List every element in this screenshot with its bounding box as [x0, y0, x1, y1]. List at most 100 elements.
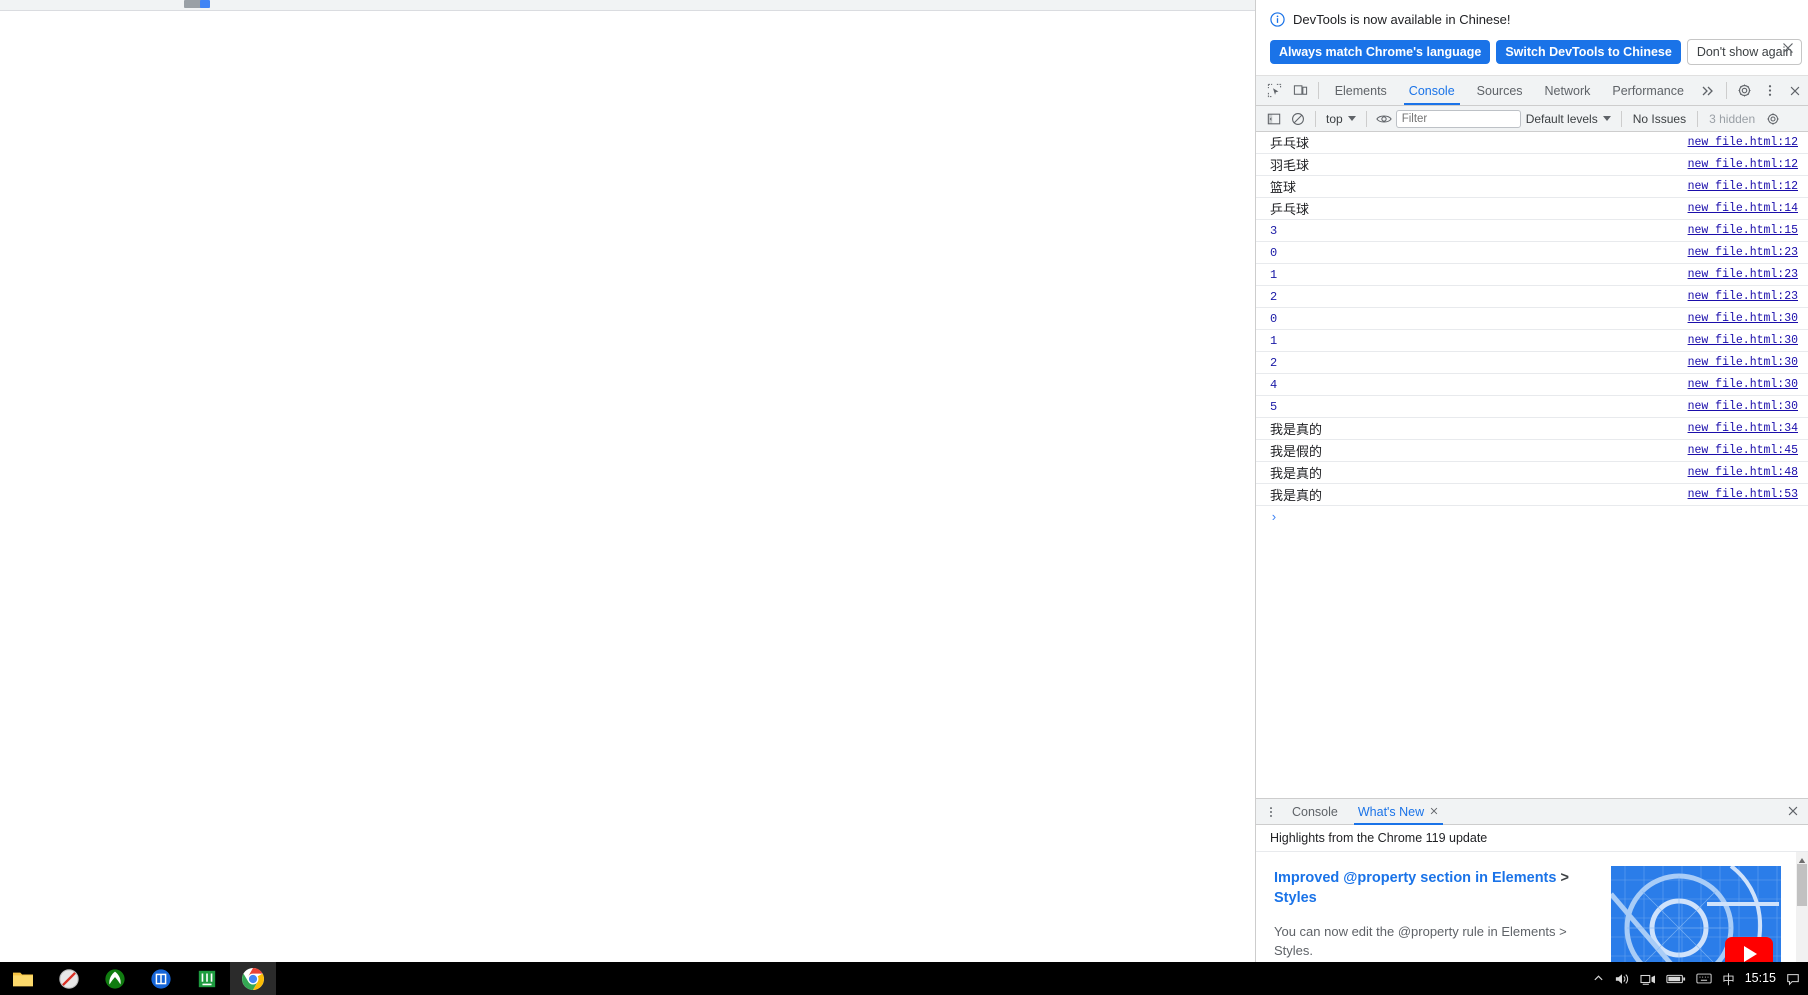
network-icon[interactable]	[1640, 972, 1656, 986]
console-message-source-link[interactable]: new file.html:23	[1688, 268, 1798, 281]
tab-label: Console	[1409, 84, 1455, 98]
kebab-menu-icon[interactable]	[1260, 805, 1282, 819]
action-center-icon[interactable]	[1786, 972, 1800, 986]
info-icon	[1270, 12, 1285, 27]
console-message-source-link[interactable]: new file.html:30	[1688, 334, 1798, 347]
console-message-row[interactable]: 篮球new file.html:12	[1256, 176, 1808, 198]
divider	[1726, 82, 1727, 99]
console-message-row[interactable]: 0 new file.html:30	[1256, 308, 1808, 330]
console-message-row[interactable]: 5new file.html:30	[1256, 396, 1808, 418]
blue-app-icon[interactable]	[138, 962, 184, 995]
tab-sources[interactable]: Sources	[1466, 76, 1534, 105]
green-app-icon[interactable]	[184, 962, 230, 995]
console-message-text: 0	[1270, 246, 1277, 260]
tab-elements[interactable]: Elements	[1324, 76, 1398, 105]
console-message-row[interactable]: 我是假的new file.html:45	[1256, 440, 1808, 462]
console-sidebar-icon[interactable]	[1262, 107, 1286, 131]
keyboard-layout-icon[interactable]	[1696, 972, 1712, 985]
console-message-row[interactable]: 我是真的 new file.html:34	[1256, 418, 1808, 440]
google-chrome-icon[interactable]	[230, 962, 276, 995]
media-player-icon[interactable]	[46, 962, 92, 995]
tab-label: Performance	[1612, 84, 1684, 98]
xbox-icon[interactable]	[92, 962, 138, 995]
console-message-row[interactable]: 乒乓球new file.html:12	[1256, 132, 1808, 154]
issues-status[interactable]: No Issues	[1627, 112, 1692, 126]
console-message-source-link[interactable]: new file.html:34	[1688, 422, 1798, 435]
whats-new-title-sep: >	[1556, 870, 1569, 886]
console-message-source-link[interactable]: new file.html:12	[1688, 180, 1798, 193]
scrollbar-thumb[interactable]	[1797, 864, 1807, 906]
tab-network[interactable]: Network	[1534, 76, 1602, 105]
tab-label: Elements	[1335, 84, 1387, 98]
volume-icon[interactable]	[1614, 972, 1630, 986]
tab-performance[interactable]: Performance	[1601, 76, 1695, 105]
tab-console[interactable]: Console	[1398, 76, 1466, 105]
chevron-double-right-icon[interactable]	[1695, 76, 1721, 105]
console-message-source-link[interactable]: new file.html:23	[1688, 290, 1798, 303]
console-message-text: 羽毛球	[1270, 155, 1309, 174]
ime-indicator[interactable]: 中	[1722, 969, 1735, 988]
console-message-source-link[interactable]: new file.html:23	[1688, 246, 1798, 259]
console-message-text: 我是真的	[1270, 419, 1322, 438]
console-message-row[interactable]: 1new file.html:23	[1256, 264, 1808, 286]
filter-input[interactable]	[1396, 110, 1521, 128]
gear-icon[interactable]	[1761, 107, 1785, 131]
prompt-caret-icon: ›	[1270, 510, 1278, 525]
divider	[1697, 111, 1698, 127]
console-message-row[interactable]: 0 new file.html:23	[1256, 242, 1808, 264]
always-match-chrome-language-button[interactable]: Always match Chrome's language	[1270, 40, 1490, 64]
console-message-row[interactable]: 1new file.html:30	[1256, 330, 1808, 352]
console-message-row[interactable]: 2new file.html:23	[1256, 286, 1808, 308]
taskbar-clock[interactable]: 15:15	[1745, 972, 1776, 985]
console-message-row[interactable]: 我是真的new file.html:53	[1256, 484, 1808, 506]
divider	[1318, 82, 1319, 99]
kebab-menu-icon[interactable]	[1757, 76, 1782, 105]
execution-context-selector[interactable]: top	[1321, 112, 1361, 126]
scroll-up-arrow-icon[interactable]	[1798, 854, 1806, 862]
console-message-source-link[interactable]: new file.html:12	[1688, 136, 1798, 149]
console-message-row[interactable]: 4new file.html:30	[1256, 374, 1808, 396]
drawer-tab-whats-new[interactable]: What's New	[1348, 799, 1449, 825]
devtools-tabbar: Elements Console Sources Network Perform…	[1256, 76, 1808, 106]
gear-icon[interactable]	[1732, 76, 1757, 105]
inspect-element-icon[interactable]	[1262, 76, 1287, 105]
console-message-source-link[interactable]: new file.html:30	[1688, 312, 1798, 325]
console-message-source-link[interactable]: new file.html:14	[1688, 202, 1798, 215]
battery-icon[interactable]	[1666, 973, 1686, 985]
console-message-row[interactable]: 2new file.html:30	[1256, 352, 1808, 374]
execution-context-value: top	[1326, 112, 1343, 126]
drawer-tab-console[interactable]: Console	[1282, 799, 1348, 825]
clear-console-icon[interactable]	[1286, 107, 1310, 131]
live-expression-icon[interactable]	[1372, 107, 1396, 131]
console-message-row[interactable]: 乒乓球 new file.html:14	[1256, 198, 1808, 220]
drawer-tabbar: Console What's New	[1256, 799, 1808, 825]
console-message-source-link[interactable]: new file.html:45	[1688, 444, 1798, 457]
file-explorer-icon[interactable]	[0, 962, 46, 995]
console-message-source-link[interactable]: new file.html:30	[1688, 356, 1798, 369]
console-message-list[interactable]: 乒乓球new file.html:12羽毛球new file.html:12篮球…	[1256, 132, 1808, 798]
devtools-language-notification: DevTools is now available in Chinese! Al…	[1256, 0, 1808, 76]
console-message-source-link[interactable]: new file.html:48	[1688, 466, 1798, 479]
console-message-source-link[interactable]: new file.html:30	[1688, 400, 1798, 413]
console-message-source-link[interactable]: new file.html:15	[1688, 224, 1798, 237]
system-tray: 中 15:15	[1593, 962, 1808, 995]
console-prompt[interactable]: ›	[1256, 506, 1808, 528]
close-icon[interactable]	[1780, 40, 1796, 56]
console-message-source-link[interactable]: new file.html:30	[1688, 378, 1798, 391]
whats-new-card-title[interactable]: Improved @property section in Elements >…	[1274, 868, 1593, 908]
console-message-text: 0	[1270, 312, 1277, 326]
close-icon[interactable]	[1429, 805, 1439, 819]
console-message-row[interactable]: 羽毛球 new file.html:12	[1256, 154, 1808, 176]
switch-devtools-to-chinese-button[interactable]: Switch DevTools to Chinese	[1496, 40, 1680, 64]
log-levels-selector[interactable]: Default levels	[1521, 112, 1616, 126]
close-drawer-icon[interactable]	[1786, 804, 1800, 821]
show-hidden-icons-arrow-icon[interactable]	[1593, 973, 1604, 984]
console-message-source-link[interactable]: new file.html:12	[1688, 158, 1798, 171]
device-toolbar-icon[interactable]	[1287, 76, 1312, 105]
console-message-text: 乒乓球	[1270, 199, 1309, 218]
console-message-row[interactable]: 3new file.html:15	[1256, 220, 1808, 242]
console-message-text: 我是真的	[1270, 463, 1322, 482]
close-icon[interactable]	[1783, 76, 1808, 105]
console-message-source-link[interactable]: new file.html:53	[1688, 488, 1798, 501]
console-message-row[interactable]: 我是真的 new file.html:48	[1256, 462, 1808, 484]
